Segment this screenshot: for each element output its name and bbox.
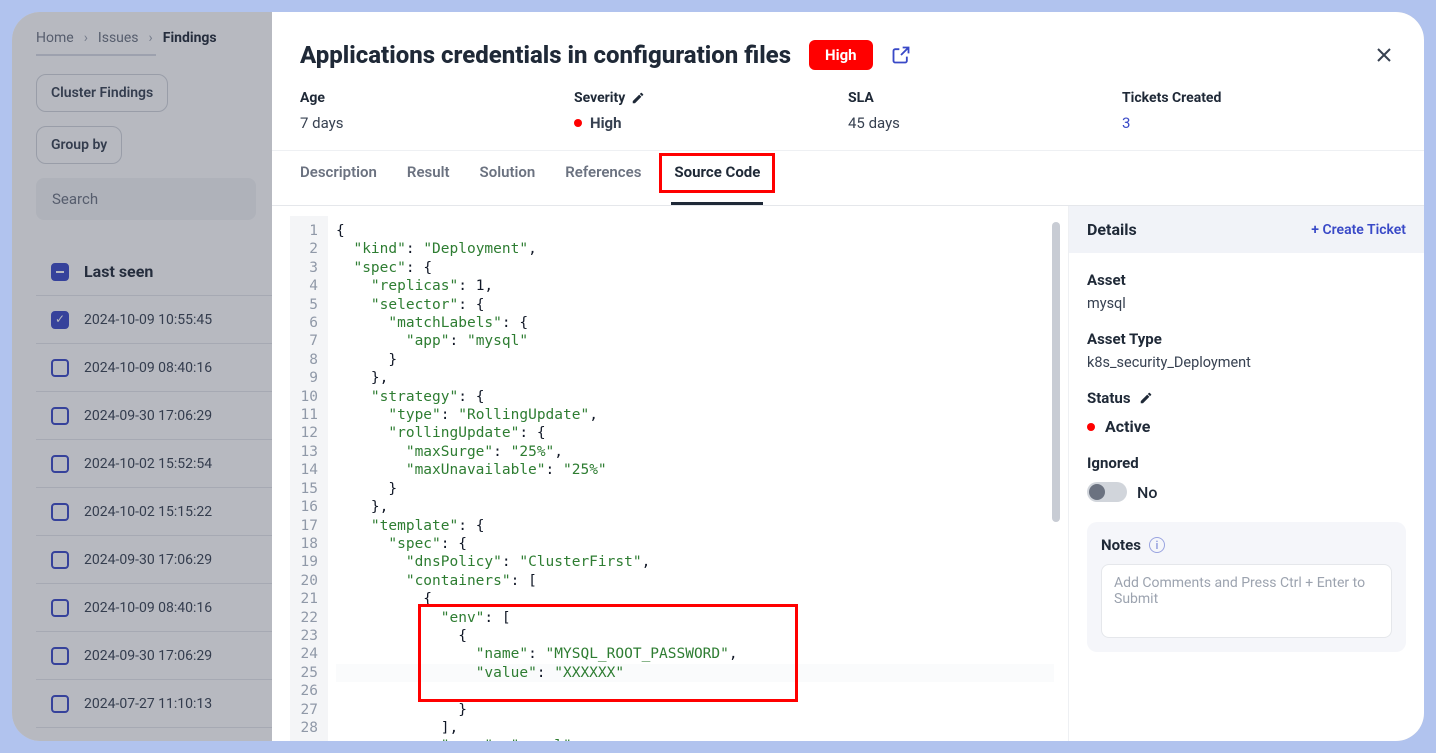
notes-textarea[interactable]: Add Comments and Press Ctrl + Enter to S… — [1101, 564, 1392, 638]
tab-references[interactable]: References — [565, 163, 641, 205]
scrollbar[interactable] — [1052, 222, 1060, 522]
create-ticket-link[interactable]: + Create Ticket — [1311, 222, 1406, 238]
tab-source-code[interactable]: Source Code — [671, 163, 763, 205]
meta-age-label: Age — [300, 90, 574, 106]
asset-type-value: k8s_security_Deployment — [1087, 354, 1406, 371]
panel-title: Applications credentials in configuratio… — [300, 41, 791, 69]
close-icon[interactable] — [1372, 43, 1396, 67]
meta-severity-label: Severity — [574, 90, 848, 106]
notes-label: Notes — [1101, 536, 1141, 554]
tabs: Description Result Solution References S… — [272, 151, 1424, 206]
status-label: Status — [1087, 389, 1406, 407]
status-value: Active — [1087, 417, 1406, 436]
meta-sla-label: SLA — [848, 90, 1122, 106]
status-dot-icon — [1087, 423, 1095, 431]
meta-age-value: 7 days — [300, 114, 574, 132]
ignored-toggle[interactable] — [1087, 482, 1127, 502]
details-sidebar: Details + Create Ticket Asset mysql Asse… — [1068, 206, 1424, 741]
ignored-label: Ignored — [1087, 454, 1406, 472]
meta-severity-value: High — [574, 114, 848, 132]
edit-icon[interactable] — [1139, 391, 1153, 405]
tab-description[interactable]: Description — [300, 163, 377, 205]
edit-icon[interactable] — [631, 91, 645, 105]
tab-result[interactable]: Result — [407, 163, 450, 205]
source-code-viewer: 1 2 3 4 5 6 7 8 9 10 11 12 13 14 15 16 1… — [272, 206, 1068, 741]
tab-solution[interactable]: Solution — [480, 163, 536, 205]
asset-type-label: Asset Type — [1087, 330, 1406, 348]
info-icon[interactable]: i — [1149, 537, 1165, 553]
external-link-icon[interactable] — [891, 45, 911, 65]
meta-tickets-value[interactable]: 3 — [1122, 114, 1396, 132]
ignored-value: No — [1137, 483, 1157, 502]
asset-value: mysql — [1087, 295, 1406, 312]
code-gutter: 1 2 3 4 5 6 7 8 9 10 11 12 13 14 15 16 1… — [290, 216, 328, 741]
finding-detail-panel: Applications credentials in configuratio… — [272, 12, 1424, 741]
sidebar-title: Details — [1087, 220, 1137, 239]
meta-sla-value: 45 days — [848, 114, 1122, 132]
highlight-annotation: Source Code — [659, 153, 775, 193]
meta-tickets-label: Tickets Created — [1122, 90, 1396, 106]
asset-label: Asset — [1087, 271, 1406, 289]
severity-dot-icon — [574, 119, 582, 127]
severity-badge: High — [809, 40, 873, 70]
code-content[interactable]: { "kind": "Deployment", "spec": { "repli… — [328, 216, 1062, 741]
